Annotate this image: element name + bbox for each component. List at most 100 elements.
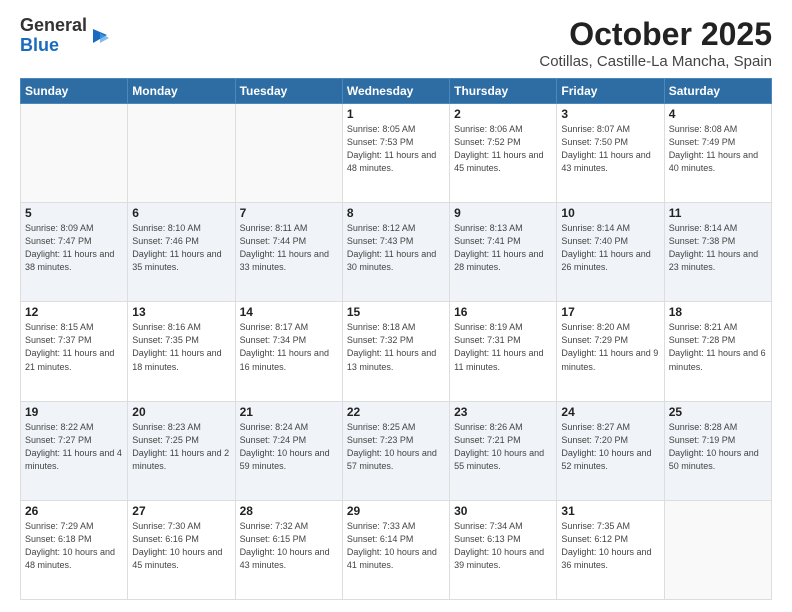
day-number: 10 [561, 206, 659, 220]
day-info: Sunrise: 8:08 AMSunset: 7:49 PMDaylight:… [669, 123, 767, 175]
day-info: Sunrise: 7:34 AMSunset: 6:13 PMDaylight:… [454, 520, 552, 572]
day-number: 13 [132, 305, 230, 319]
calendar-cell: 8 Sunrise: 8:12 AMSunset: 7:43 PMDaylight… [342, 203, 449, 302]
day-info: Sunrise: 8:12 AMSunset: 7:43 PMDaylight:… [347, 222, 445, 274]
calendar-cell: 24Sunrise: 8:27 AMSunset: 7:20 PMDayligh… [557, 401, 664, 500]
page: General Blue October 2025 Cotillas, Cast… [0, 0, 792, 612]
day-info: Sunrise: 8:07 AMSunset: 7:50 PMDaylight:… [561, 123, 659, 175]
day-info: Sunrise: 7:35 AMSunset: 6:12 PMDaylight:… [561, 520, 659, 572]
title-block: October 2025 Cotillas, Castille-La Manch… [539, 16, 772, 70]
day-header-thursday: Thursday [450, 79, 557, 104]
calendar-cell: 25Sunrise: 8:28 AMSunset: 7:19 PMDayligh… [664, 401, 771, 500]
day-info: Sunrise: 8:24 AMSunset: 7:24 PMDaylight:… [240, 421, 338, 473]
calendar-table: SundayMondayTuesdayWednesdayThursdayFrid… [20, 78, 772, 600]
calendar-cell: 9Sunrise: 8:13 AMSunset: 7:41 PMDaylight… [450, 203, 557, 302]
calendar-cell: 12 Sunrise: 8:15 AMSunset: 7:37 PMDayligh… [21, 302, 128, 401]
calendar-cell [235, 104, 342, 203]
calendar-cell: 26 Sunrise: 7:29 AMSunset: 6:18 PMDayligh… [21, 500, 128, 599]
calendar-week-row: 5Sunrise: 8:09 AMSunset: 7:47 PMDaylight… [21, 203, 772, 302]
day-header-saturday: Saturday [664, 79, 771, 104]
day-header-monday: Monday [128, 79, 235, 104]
calendar-cell [664, 500, 771, 599]
calendar-body: 1 Sunrise: 8:05 AMSunset: 7:53 PMDaylight… [21, 104, 772, 600]
day-info: Sunrise: 8:11 AMSunset: 7:44 PMDaylight:… [240, 222, 338, 274]
logo-general: General [20, 15, 87, 35]
calendar-cell: 18 Sunrise: 8:21 AMSunset: 7:28 PMDayligh… [664, 302, 771, 401]
calendar-title: October 2025 [539, 16, 772, 53]
day-number: 9 [454, 206, 552, 220]
day-number: 15 [347, 305, 445, 319]
day-number: 11 [669, 206, 767, 220]
day-info: Sunrise: 7:30 AMSunset: 6:16 PMDaylight:… [132, 520, 230, 572]
calendar-cell: 15 Sunrise: 8:18 AMSunset: 7:32 PMDayligh… [342, 302, 449, 401]
day-info: Sunrise: 8:22 AMSunset: 7:27 PMDaylight:… [25, 421, 123, 473]
day-info: Sunrise: 8:10 AMSunset: 7:46 PMDaylight:… [132, 222, 230, 274]
day-info: Sunrise: 8:23 AMSunset: 7:25 PMDaylight:… [132, 421, 230, 473]
day-header-wednesday: Wednesday [342, 79, 449, 104]
day-info: Sunrise: 7:32 AMSunset: 6:15 PMDaylight:… [240, 520, 338, 572]
day-number: 2 [454, 107, 552, 121]
logo-blue: Blue [20, 35, 59, 55]
day-number: 30 [454, 504, 552, 518]
day-number: 27 [132, 504, 230, 518]
calendar-cell: 30 Sunrise: 7:34 AMSunset: 6:13 PMDayligh… [450, 500, 557, 599]
day-info: Sunrise: 8:26 AMSunset: 7:21 PMDaylight:… [454, 421, 552, 473]
calendar-cell: 6Sunrise: 8:10 AMSunset: 7:46 PMDaylight… [128, 203, 235, 302]
day-number: 23 [454, 405, 552, 419]
calendar-subtitle: Cotillas, Castille-La Mancha, Spain [539, 53, 772, 70]
calendar-cell: 22 Sunrise: 8:25 AMSunset: 7:23 PMDayligh… [342, 401, 449, 500]
day-number: 14 [240, 305, 338, 319]
calendar-week-row: 19Sunrise: 8:22 AMSunset: 7:27 PMDayligh… [21, 401, 772, 500]
calendar-cell: 29 Sunrise: 7:33 AMSunset: 6:14 PMDayligh… [342, 500, 449, 599]
calendar-cell: 21 Sunrise: 8:24 AMSunset: 7:24 PMDayligh… [235, 401, 342, 500]
day-info: Sunrise: 8:25 AMSunset: 7:23 PMDaylight:… [347, 421, 445, 473]
logo: General Blue [20, 16, 111, 56]
calendar-cell: 11 Sunrise: 8:14 AMSunset: 7:38 PMDayligh… [664, 203, 771, 302]
calendar-cell [128, 104, 235, 203]
day-info: Sunrise: 8:18 AMSunset: 7:32 PMDaylight:… [347, 321, 445, 373]
day-number: 28 [240, 504, 338, 518]
day-header-friday: Friday [557, 79, 664, 104]
day-number: 8 [347, 206, 445, 220]
day-info: Sunrise: 8:05 AMSunset: 7:53 PMDaylight:… [347, 123, 445, 175]
day-number: 7 [240, 206, 338, 220]
calendar-cell: 17 Sunrise: 8:20 AMSunset: 7:29 PMDayligh… [557, 302, 664, 401]
calendar-cell: 16 Sunrise: 8:19 AMSunset: 7:31 PMDayligh… [450, 302, 557, 401]
calendar-cell: 7 Sunrise: 8:11 AMSunset: 7:44 PMDaylight… [235, 203, 342, 302]
day-info: Sunrise: 8:20 AMSunset: 7:29 PMDaylight:… [561, 321, 659, 373]
calendar-cell: 14Sunrise: 8:17 AMSunset: 7:34 PMDayligh… [235, 302, 342, 401]
day-info: Sunrise: 8:21 AMSunset: 7:28 PMDaylight:… [669, 321, 767, 373]
day-info: Sunrise: 7:33 AMSunset: 6:14 PMDaylight:… [347, 520, 445, 572]
calendar-cell: 13Sunrise: 8:16 AMSunset: 7:35 PMDayligh… [128, 302, 235, 401]
calendar-week-row: 1 Sunrise: 8:05 AMSunset: 7:53 PMDaylight… [21, 104, 772, 203]
calendar-cell [21, 104, 128, 203]
calendar-cell: 31Sunrise: 7:35 AMSunset: 6:12 PMDayligh… [557, 500, 664, 599]
day-number: 17 [561, 305, 659, 319]
calendar-cell: 4Sunrise: 8:08 AMSunset: 7:49 PMDaylight… [664, 104, 771, 203]
day-number: 26 [25, 504, 123, 518]
calendar-cell: 23 Sunrise: 8:26 AMSunset: 7:21 PMDayligh… [450, 401, 557, 500]
day-info: Sunrise: 8:28 AMSunset: 7:19 PMDaylight:… [669, 421, 767, 473]
day-info: Sunrise: 8:19 AMSunset: 7:31 PMDaylight:… [454, 321, 552, 373]
day-number: 22 [347, 405, 445, 419]
day-number: 16 [454, 305, 552, 319]
day-number: 3 [561, 107, 659, 121]
day-info: Sunrise: 8:14 AMSunset: 7:38 PMDaylight:… [669, 222, 767, 274]
calendar-cell: 3 Sunrise: 8:07 AMSunset: 7:50 PMDaylight… [557, 104, 664, 203]
day-number: 21 [240, 405, 338, 419]
day-info: Sunrise: 8:14 AMSunset: 7:40 PMDaylight:… [561, 222, 659, 274]
calendar-cell: 20Sunrise: 8:23 AMSunset: 7:25 PMDayligh… [128, 401, 235, 500]
day-number: 18 [669, 305, 767, 319]
day-number: 1 [347, 107, 445, 121]
calendar-cell: 1 Sunrise: 8:05 AMSunset: 7:53 PMDaylight… [342, 104, 449, 203]
calendar-week-row: 12 Sunrise: 8:15 AMSunset: 7:37 PMDayligh… [21, 302, 772, 401]
day-header-tuesday: Tuesday [235, 79, 342, 104]
day-info: Sunrise: 7:29 AMSunset: 6:18 PMDaylight:… [25, 520, 123, 572]
day-info: Sunrise: 8:06 AMSunset: 7:52 PMDaylight:… [454, 123, 552, 175]
calendar-cell: 28 Sunrise: 7:32 AMSunset: 6:15 PMDayligh… [235, 500, 342, 599]
day-number: 12 [25, 305, 123, 319]
day-number: 29 [347, 504, 445, 518]
calendar-cell: 2 Sunrise: 8:06 AMSunset: 7:52 PMDaylight… [450, 104, 557, 203]
day-number: 5 [25, 206, 123, 220]
day-info: Sunrise: 8:15 AMSunset: 7:37 PMDaylight:… [25, 321, 123, 373]
